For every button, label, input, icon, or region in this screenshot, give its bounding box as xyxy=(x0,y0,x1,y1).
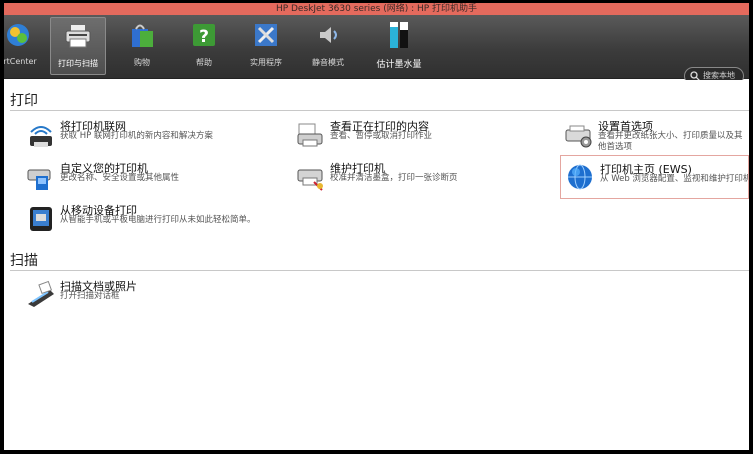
item-mobile-print[interactable]: 从移动设备打印 从智能手机或平板电脑进行打印从未如此轻松简单。 xyxy=(26,202,286,246)
item-customize-printer[interactable]: 自定义您的打印机 更改名称、安全设置或其他属性 xyxy=(26,160,286,202)
item-maintain-printer[interactable]: 维护打印机 校准并清洁墨盒，打印一张诊断页 xyxy=(296,160,556,202)
tab-help[interactable]: ? 帮助 xyxy=(176,17,232,75)
section-divider xyxy=(10,110,749,111)
item-connect-printer[interactable]: 将打印机联网 获取 HP 联网打印机的新内容和解决方案 xyxy=(26,118,286,160)
tab-printer-center[interactable]: rtCenter xyxy=(4,17,44,75)
maintenance-icon xyxy=(297,169,323,191)
app-window: HP DeskJet 3630 series (网络) : HP 打印机助手 r… xyxy=(4,3,749,450)
search-label: 搜索本地 xyxy=(703,71,735,80)
ink-levels-icon xyxy=(390,22,408,48)
shopping-bag-icon xyxy=(132,24,153,47)
speaker-icon xyxy=(320,27,337,43)
item-set-preferences[interactable]: 设置首选项 查看并更改纸张大小、打印质量以及其他首选项 xyxy=(564,118,749,160)
main-content: 打印 将打印机联网 获取 HP 联网打印机的新内容和解决方案 查看正在打印的内容… xyxy=(4,80,749,450)
item-view-printing[interactable]: 查看正在打印的内容 查看、暂停或取消打印作业 xyxy=(296,118,556,160)
printer-icon xyxy=(65,25,91,48)
section-scan-title: 扫描 xyxy=(10,253,38,269)
item-printer-homepage-ews[interactable]: 打印机主页 (EWS) 从 Web 浏览器配置、监视和维护打印机 xyxy=(560,155,749,199)
scanner-icon xyxy=(28,280,54,307)
svg-text:?: ? xyxy=(199,27,209,47)
item-scan-document[interactable]: 扫描文档或照片 打开扫描对话框 xyxy=(26,278,286,320)
tab-utilities[interactable]: 实用程序 xyxy=(238,17,294,75)
tools-icon xyxy=(255,24,277,46)
help-icon: ? xyxy=(193,24,215,47)
globe-icon xyxy=(568,164,592,190)
tab-quiet-mode[interactable]: 静音模式 xyxy=(300,17,356,75)
customize-printer-icon xyxy=(27,169,51,190)
tab-ink-levels[interactable]: 估计墨水量 xyxy=(366,17,432,75)
section-print-title: 打印 xyxy=(10,93,38,109)
print-queue-icon xyxy=(297,123,323,147)
ribbon: rtCenter 打印与扫描 购物 ? 帮助 实用程序 静音模式 估计墨水量 搜… xyxy=(4,15,749,85)
section-divider xyxy=(10,270,749,271)
printer-center-icon xyxy=(7,24,29,46)
tab-shopping[interactable]: 购物 xyxy=(114,17,170,75)
printer-settings-icon xyxy=(565,125,592,148)
window-title: HP DeskJet 3630 series (网络) : HP 打印机助手 xyxy=(4,3,749,15)
tab-print-scan[interactable]: 打印与扫描 xyxy=(50,17,106,75)
mobile-device-icon xyxy=(30,207,52,231)
wireless-printer-icon xyxy=(30,126,52,147)
